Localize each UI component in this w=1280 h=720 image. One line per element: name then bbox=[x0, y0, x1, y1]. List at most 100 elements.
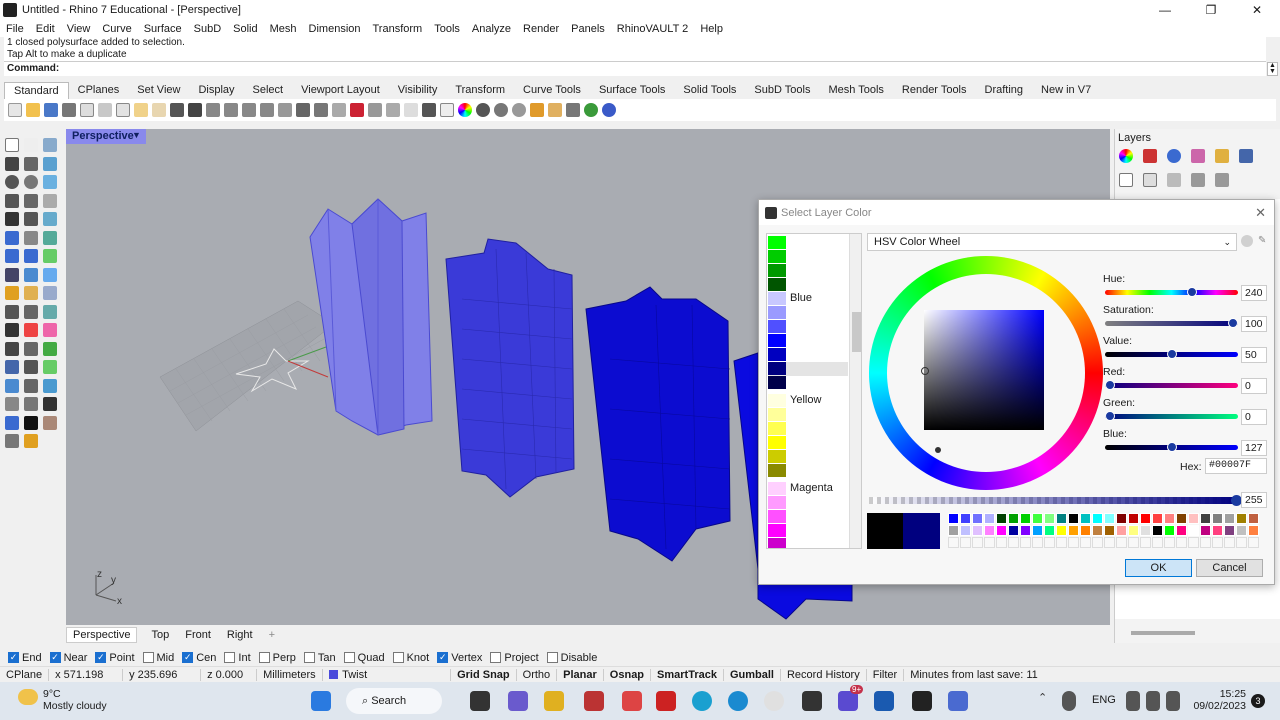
grid-tool-icon[interactable] bbox=[5, 397, 19, 411]
menu-analyze[interactable]: Analyze bbox=[472, 23, 511, 35]
cube-icon[interactable] bbox=[5, 415, 19, 430]
minimize-button[interactable]: — bbox=[1142, 0, 1188, 20]
group-icon[interactable] bbox=[43, 360, 57, 374]
sv-marker[interactable] bbox=[921, 367, 929, 375]
palette-swatch[interactable] bbox=[1248, 513, 1259, 524]
color-wheel-icon[interactable] bbox=[458, 103, 472, 117]
menu-curve[interactable]: Curve bbox=[102, 23, 131, 35]
palette-swatch[interactable] bbox=[1116, 513, 1127, 524]
menu-mesh[interactable]: Mesh bbox=[270, 23, 297, 35]
pan-hand-icon[interactable] bbox=[152, 103, 166, 117]
light-bulb-icon[interactable] bbox=[530, 103, 544, 117]
language-indicator[interactable]: ENG bbox=[1092, 694, 1116, 706]
delete-layer-icon[interactable] bbox=[1167, 173, 1181, 187]
palette-swatch[interactable] bbox=[1236, 525, 1247, 536]
palette-swatch[interactable] bbox=[1140, 537, 1151, 548]
checkbox-icon[interactable] bbox=[303, 652, 315, 663]
mirror-icon[interactable] bbox=[5, 323, 19, 337]
copy-icon[interactable] bbox=[116, 103, 130, 117]
gift-icon[interactable] bbox=[622, 691, 642, 711]
palette-swatch[interactable] bbox=[948, 513, 959, 524]
palette-swatch[interactable] bbox=[1056, 537, 1067, 548]
palette-swatch[interactable] bbox=[984, 525, 995, 536]
lock-icon[interactable] bbox=[422, 103, 436, 117]
menu-dimension[interactable]: Dimension bbox=[309, 23, 361, 35]
undo-icon[interactable] bbox=[170, 103, 184, 117]
blue-slider[interactable] bbox=[1105, 442, 1238, 452]
palette-swatch[interactable] bbox=[1128, 537, 1139, 548]
palette-swatch[interactable] bbox=[1200, 513, 1211, 524]
alpha-value[interactable]: 255 bbox=[1241, 492, 1267, 508]
tab-render-tools[interactable]: Render Tools bbox=[893, 82, 976, 99]
mesh-tool-icon[interactable] bbox=[24, 267, 38, 282]
new-sublayer-icon[interactable] bbox=[1143, 173, 1157, 187]
swatch[interactable] bbox=[768, 394, 786, 407]
move-icon[interactable] bbox=[5, 304, 19, 319]
trim-icon[interactable] bbox=[24, 286, 38, 300]
chrome-icon[interactable] bbox=[764, 691, 784, 711]
subd-icon[interactable] bbox=[5, 267, 19, 282]
display-icon[interactable] bbox=[1239, 149, 1253, 163]
color-palette[interactable] bbox=[948, 513, 1262, 549]
swatch[interactable] bbox=[768, 334, 786, 347]
save-icon[interactable] bbox=[44, 103, 58, 117]
palette-swatch[interactable] bbox=[1128, 513, 1139, 524]
explode-icon[interactable] bbox=[5, 286, 19, 300]
tab-cplanes[interactable]: CPlanes bbox=[69, 82, 129, 99]
tab-transform[interactable]: Transform bbox=[446, 82, 514, 99]
render-sphere-icon[interactable] bbox=[476, 103, 490, 117]
grid-snap-toggle[interactable]: Grid Snap bbox=[451, 668, 517, 681]
palette-swatch[interactable] bbox=[1080, 525, 1091, 536]
show-icon[interactable] bbox=[368, 103, 382, 117]
palette-swatch[interactable] bbox=[1152, 513, 1163, 524]
maximize-button[interactable]: ❐ bbox=[1188, 0, 1234, 20]
tab-new-in-v7[interactable]: New in V7 bbox=[1032, 82, 1100, 99]
microphone-icon[interactable] bbox=[1062, 691, 1076, 711]
palette-swatch[interactable] bbox=[1116, 537, 1127, 548]
close-button[interactable]: ✕ bbox=[1234, 0, 1280, 20]
palette-swatch[interactable] bbox=[1164, 525, 1175, 536]
palette-swatch[interactable] bbox=[1056, 525, 1067, 536]
palette-swatch[interactable] bbox=[1068, 537, 1079, 548]
swatch[interactable] bbox=[768, 524, 786, 537]
palette-swatch[interactable] bbox=[996, 537, 1007, 548]
palette-swatch[interactable] bbox=[1188, 525, 1199, 536]
ortho-toggle[interactable]: Ortho bbox=[517, 668, 558, 681]
hue-value[interactable]: 240 bbox=[1241, 285, 1267, 301]
new-icon[interactable] bbox=[8, 103, 22, 117]
check-icon[interactable] bbox=[24, 415, 38, 430]
fillet-icon[interactable] bbox=[24, 323, 38, 337]
swatch-scrollbar[interactable] bbox=[849, 234, 861, 548]
pipe-icon[interactable] bbox=[43, 304, 57, 319]
snap-icon[interactable] bbox=[24, 397, 38, 411]
palette-swatch[interactable] bbox=[1152, 525, 1163, 536]
menu-rhinovault[interactable]: RhinoVAULT 2 bbox=[617, 23, 689, 35]
task-view-icon[interactable] bbox=[470, 691, 490, 711]
palette-swatch[interactable] bbox=[1236, 537, 1247, 548]
swatch[interactable] bbox=[768, 510, 786, 523]
curve-icon[interactable] bbox=[24, 156, 38, 171]
point-icon[interactable] bbox=[24, 138, 38, 152]
palette-swatch[interactable] bbox=[1176, 537, 1187, 548]
saturation-slider[interactable] bbox=[1105, 318, 1238, 328]
palette-swatch[interactable] bbox=[1020, 513, 1031, 524]
rotate-icon[interactable] bbox=[5, 341, 19, 356]
wifi-icon[interactable] bbox=[1126, 691, 1140, 711]
gumball-toggle[interactable]: Gumball bbox=[724, 668, 781, 681]
color-mode-select[interactable]: HSV Color Wheel ⌄ bbox=[867, 233, 1237, 251]
sticky-notes-icon[interactable] bbox=[802, 691, 822, 711]
cortana-icon[interactable] bbox=[692, 691, 712, 711]
move-up-icon[interactable] bbox=[1191, 173, 1205, 187]
solid-tool-icon[interactable] bbox=[5, 249, 19, 263]
osnap-project[interactable]: Project bbox=[490, 652, 539, 664]
solid-box-icon[interactable] bbox=[5, 230, 19, 245]
palette-swatch[interactable] bbox=[1212, 513, 1223, 524]
value-slider-thumb[interactable] bbox=[1167, 349, 1177, 359]
rotate-view-icon[interactable] bbox=[188, 103, 202, 117]
ellipse-icon[interactable] bbox=[24, 175, 38, 189]
palette-swatch[interactable] bbox=[1212, 537, 1223, 548]
record-history-toggle[interactable]: Record History bbox=[781, 668, 867, 681]
menu-transform[interactable]: Transform bbox=[373, 23, 423, 35]
tab-set-view[interactable]: Set View bbox=[128, 82, 189, 99]
color-swatch-list[interactable]: Blue Yellow Magenta bbox=[766, 233, 862, 549]
